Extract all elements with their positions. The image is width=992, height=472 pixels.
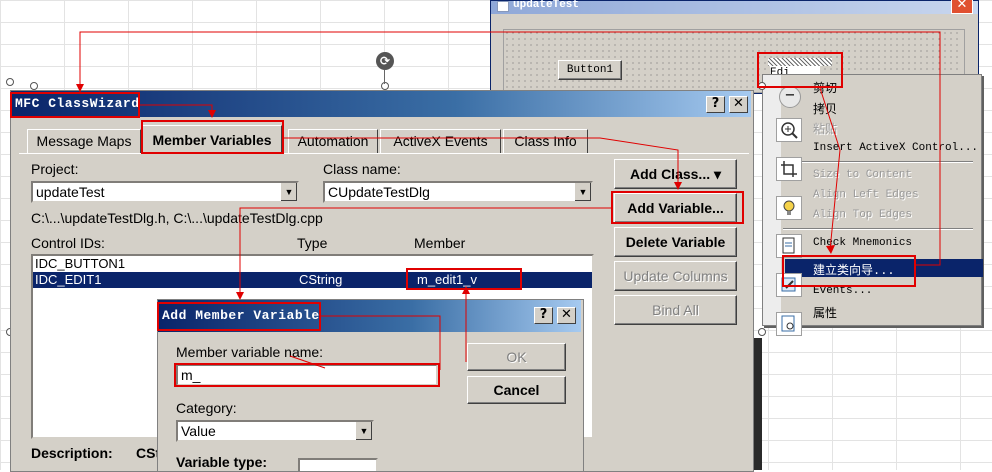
annotation-lines <box>76 31 941 370</box>
